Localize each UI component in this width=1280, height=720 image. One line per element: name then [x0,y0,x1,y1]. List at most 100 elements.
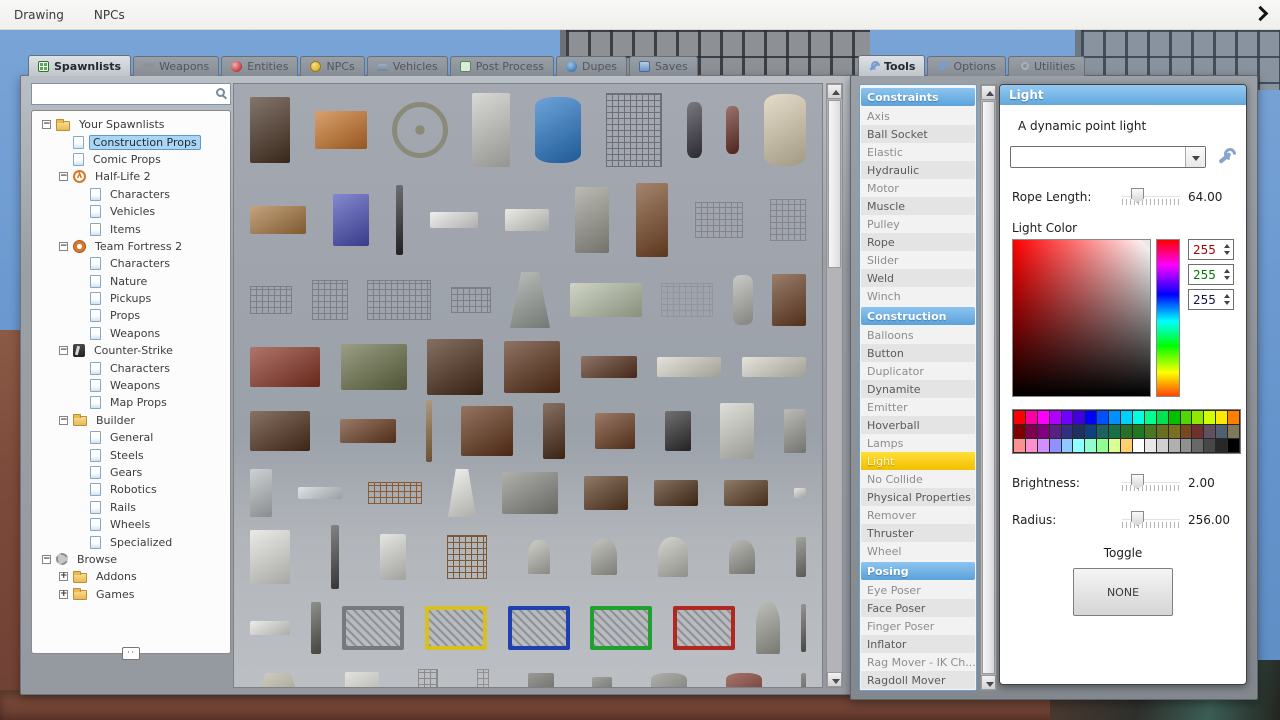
prop-green-couch[interactable] [340,344,407,390]
spin-up-icon[interactable] [1224,244,1230,248]
color-swatch[interactable] [1049,439,1061,452]
color-swatch[interactable] [1109,411,1121,424]
prop-wood-cabinet[interactable] [427,339,484,395]
brightness-slider[interactable] [1122,474,1180,491]
prop-small-table-b[interactable] [724,480,768,506]
color-swatch[interactable] [1204,425,1216,438]
tree-node-general[interactable]: General [34,429,228,446]
tree-node-items[interactable]: Items [34,220,228,237]
tool-item-ragdoll-mover[interactable]: Ragdoll Mover [861,671,975,689]
color-swatch[interactable] [1156,411,1168,424]
tree-node-counter-strike[interactable]: − Counter-Strike [34,342,228,359]
tool-item-winch[interactable]: Winch [861,287,975,305]
prop-gray-door[interactable] [575,187,610,253]
tool-item-lamps[interactable]: Lamps [861,434,975,452]
color-swatch[interactable] [1180,411,1192,424]
spin-up-icon[interactable] [1224,294,1230,298]
prop-cage-red[interactable] [673,606,736,650]
preset-combobox[interactable] [1010,146,1207,168]
color-swatch[interactable] [1228,439,1239,452]
prop-drawer-tray[interactable] [580,356,637,378]
color-swatch[interactable] [1025,411,1037,424]
color-swatch[interactable] [1097,439,1109,452]
prop-water-heater[interactable] [732,275,753,325]
collapse-icon[interactable]: − [59,172,68,182]
prop-stone-monument[interactable] [756,602,781,654]
tab-utilities[interactable]: Utilities [1007,56,1086,76]
tab-npcs[interactable]: NPCs [300,56,365,76]
prop-fountain[interactable] [510,272,550,328]
prop-grid-scrollbar[interactable] [826,83,843,688]
tree-node-gears[interactable]: Gears [34,464,228,481]
color-swatch[interactable] [1132,411,1144,424]
prop-metal-counter[interactable] [502,472,558,514]
prop-coffee-table[interactable] [339,419,396,443]
prop-metal-frame[interactable] [250,469,272,517]
expand-icon[interactable]: + [59,589,68,599]
prop-wire-fence[interactable] [695,202,744,238]
prop-writing-desk[interactable] [461,406,514,456]
chevron-down-icon[interactable] [1185,147,1206,167]
red-input[interactable]: 255 [1188,239,1234,260]
blue-input[interactable]: 255 [1188,289,1234,310]
menu-item-drawing[interactable]: Drawing [14,8,64,22]
prop-fence-section-b[interactable] [311,280,348,320]
prop-bathtub[interactable] [569,283,642,317]
scroll-down-button[interactable] [827,672,842,687]
color-swatch[interactable] [1025,439,1037,452]
color-swatch[interactable] [1216,425,1228,438]
prop-wood-dresser[interactable] [503,341,560,393]
color-swatch[interactable] [1049,425,1061,438]
tree-node-weapons[interactable]: Weapons [34,325,228,342]
menu-item-npcs[interactable]: NPCs [94,8,125,22]
color-swatch[interactable] [1192,439,1204,452]
tree-node-pickups[interactable]: Pickups [34,290,228,307]
tool-item-no-collide[interactable]: No Collide [861,470,975,488]
tool-item-balloons[interactable]: Balloons [861,326,975,344]
prop-parking-meter[interactable] [395,185,403,255]
tree-node-props[interactable]: Props [34,307,228,324]
scroll-up-button[interactable] [827,84,842,99]
tab-vehicles[interactable]: Vehicles [366,56,448,76]
prop-white-tray[interactable] [250,621,290,635]
color-swatch[interactable] [1014,425,1025,438]
tool-item-button[interactable]: Button [861,344,975,362]
tree-node-team-fortress-2[interactable]: − Team Fortress 2 [34,238,228,255]
prop-coat-rack[interactable] [368,482,422,504]
prop-gravestone-a[interactable] [528,540,550,574]
color-swatch[interactable] [1168,411,1180,424]
prop-white-fridge[interactable] [720,403,755,459]
color-swatch[interactable] [1144,411,1156,424]
color-swatch[interactable] [1073,411,1085,424]
prop-radiator[interactable] [784,409,806,453]
tool-item-dynamite[interactable]: Dynamite [861,380,975,398]
prop-thin-pole[interactable] [801,673,806,687]
prop-curved-pipe-a[interactable] [527,673,554,687]
prop-headboard[interactable] [250,411,310,451]
prop-glass-door[interactable] [636,183,669,257]
tree-node-browse[interactable]: − Browse [34,551,228,568]
color-swatch[interactable] [1109,439,1121,452]
prop-propane-tank[interactable] [764,94,806,166]
color-swatch[interactable] [1109,425,1121,438]
color-swatch[interactable] [1061,439,1073,452]
collapse-icon[interactable]: − [42,554,51,564]
prop-gravestone-c[interactable] [658,537,688,577]
tree-node-wheels[interactable]: Wheels [34,516,228,533]
prop-curved-pipe-b[interactable] [592,677,613,687]
collapse-icon[interactable]: − [59,241,68,251]
prop-wire-gate[interactable] [770,199,806,241]
tool-item-axis[interactable]: Axis [861,107,975,125]
tool-item-physical-properties[interactable]: Physical Properties [861,488,975,506]
tree-node-half-life-2[interactable]: − λ Half-Life 2 [34,168,228,185]
color-swatch[interactable] [1097,425,1109,438]
expand-icon[interactable]: + [59,572,68,582]
prop-blue-chair[interactable] [332,194,369,246]
tool-item-hoverball[interactable]: Hoverball [861,416,975,434]
tab-post-process[interactable]: Post Process [449,56,555,76]
tool-item-wheel[interactable]: Wheel [861,542,975,560]
tree-node-rails[interactable]: Rails [34,499,228,516]
prop-wood-boards[interactable] [447,535,487,579]
tree-node-characters[interactable]: Characters [34,359,228,376]
tool-item-light[interactable]: Light [861,452,975,470]
